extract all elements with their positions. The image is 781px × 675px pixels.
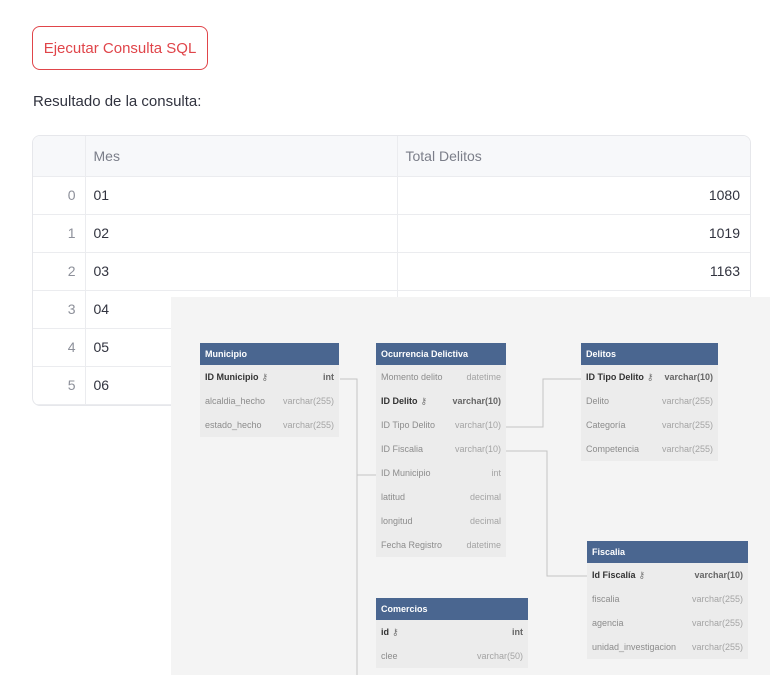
column-header-mes[interactable]: Mes [85, 136, 398, 177]
entity-title: Comercios [376, 598, 528, 620]
field-row: estado_hecho varchar(255) [205, 420, 334, 430]
field-row: alcaldia_hecho varchar(255) [205, 396, 334, 406]
key-icon: ⚷ [261, 372, 269, 382]
entity-municipio: Municipio ID Municipio ⚷ int alcaldia_hech… [200, 343, 339, 437]
field-row: ID Tipo Delito ⚷ varchar(10) [586, 372, 713, 382]
key-icon: ⚷ [392, 627, 399, 637]
field-row: agencia varchar(255) [592, 618, 743, 628]
field-row: ID Tipo Delito varchar(10) [381, 420, 501, 430]
entity-comercios: Comercios id ⚷ int clee varchar(50) [376, 598, 528, 668]
execute-sql-button[interactable]: Ejecutar Consulta SQL [32, 26, 208, 70]
field-row: id ⚷ int [381, 627, 523, 637]
cell-total-delitos[interactable]: 1080 [397, 176, 750, 215]
key-icon: ⚷ [420, 396, 428, 406]
field-row: Momento delito datetime [381, 372, 501, 382]
entity-fiscalia: Fiscalia Id Fiscalía ⚷ varchar(10) fiscali… [587, 541, 748, 659]
table-row: 0 01 1080 [33, 176, 750, 215]
field-row: ID Municipio ⚷ int [205, 372, 334, 382]
field-row: Categoría varchar(255) [586, 420, 713, 430]
entity-title: Municipio [200, 343, 339, 365]
field-row: latitud decimal [381, 492, 501, 502]
entity-title: Delitos [581, 343, 718, 365]
row-index: 3 [33, 290, 86, 329]
field-row: clee varchar(50) [381, 651, 523, 661]
cell-mes[interactable]: 01 [85, 176, 398, 215]
table-row: 2 03 1163 [33, 252, 750, 291]
table-header-row: Mes Total Delitos [33, 136, 750, 177]
cell-mes[interactable]: 02 [85, 214, 398, 253]
field-row: ID Municipio int [381, 468, 501, 478]
cell-mes[interactable]: 03 [85, 252, 398, 291]
field-row: Fecha Registro datetime [381, 540, 501, 550]
entity-delitos: Delitos ID Tipo Delito ⚷ varchar(10) Delit… [581, 343, 718, 461]
field-row: ID Fiscalia varchar(10) [381, 444, 501, 454]
index-header [33, 136, 86, 177]
row-index: 2 [33, 252, 86, 291]
field-row: longitud decimal [381, 516, 501, 526]
row-index: 4 [33, 328, 86, 367]
entity-ocurrencia-delictiva: Ocurrencia Delictiva Momento delito datet… [376, 343, 506, 557]
key-icon: ⚷ [638, 570, 646, 580]
cell-total-delitos[interactable]: 1163 [397, 252, 750, 291]
row-index: 1 [33, 214, 86, 253]
result-label: Resultado de la consulta: [33, 93, 202, 110]
column-header-total-delitos[interactable]: Total Delitos [397, 136, 750, 177]
entity-title: Ocurrencia Delictiva [376, 343, 506, 365]
field-row: fiscalia varchar(255) [592, 594, 743, 604]
field-row: Delito varchar(255) [586, 396, 713, 406]
cell-total-delitos[interactable]: 1019 [397, 214, 750, 253]
field-row: unidad_investigacion varchar(255) [592, 642, 743, 652]
entity-title: Fiscalia [587, 541, 748, 563]
field-row: Competencia varchar(255) [586, 444, 713, 454]
key-icon: ⚷ [646, 372, 654, 382]
table-row: 1 02 1019 [33, 214, 750, 253]
field-row: ID Delito ⚷ varchar(10) [381, 396, 501, 406]
field-row: Id Fiscalía ⚷ varchar(10) [592, 570, 743, 580]
row-index: 5 [33, 366, 86, 405]
row-index: 0 [33, 176, 86, 215]
er-diagram-image: Municipio ID Municipio ⚷ int alcaldia_hech… [171, 297, 770, 675]
